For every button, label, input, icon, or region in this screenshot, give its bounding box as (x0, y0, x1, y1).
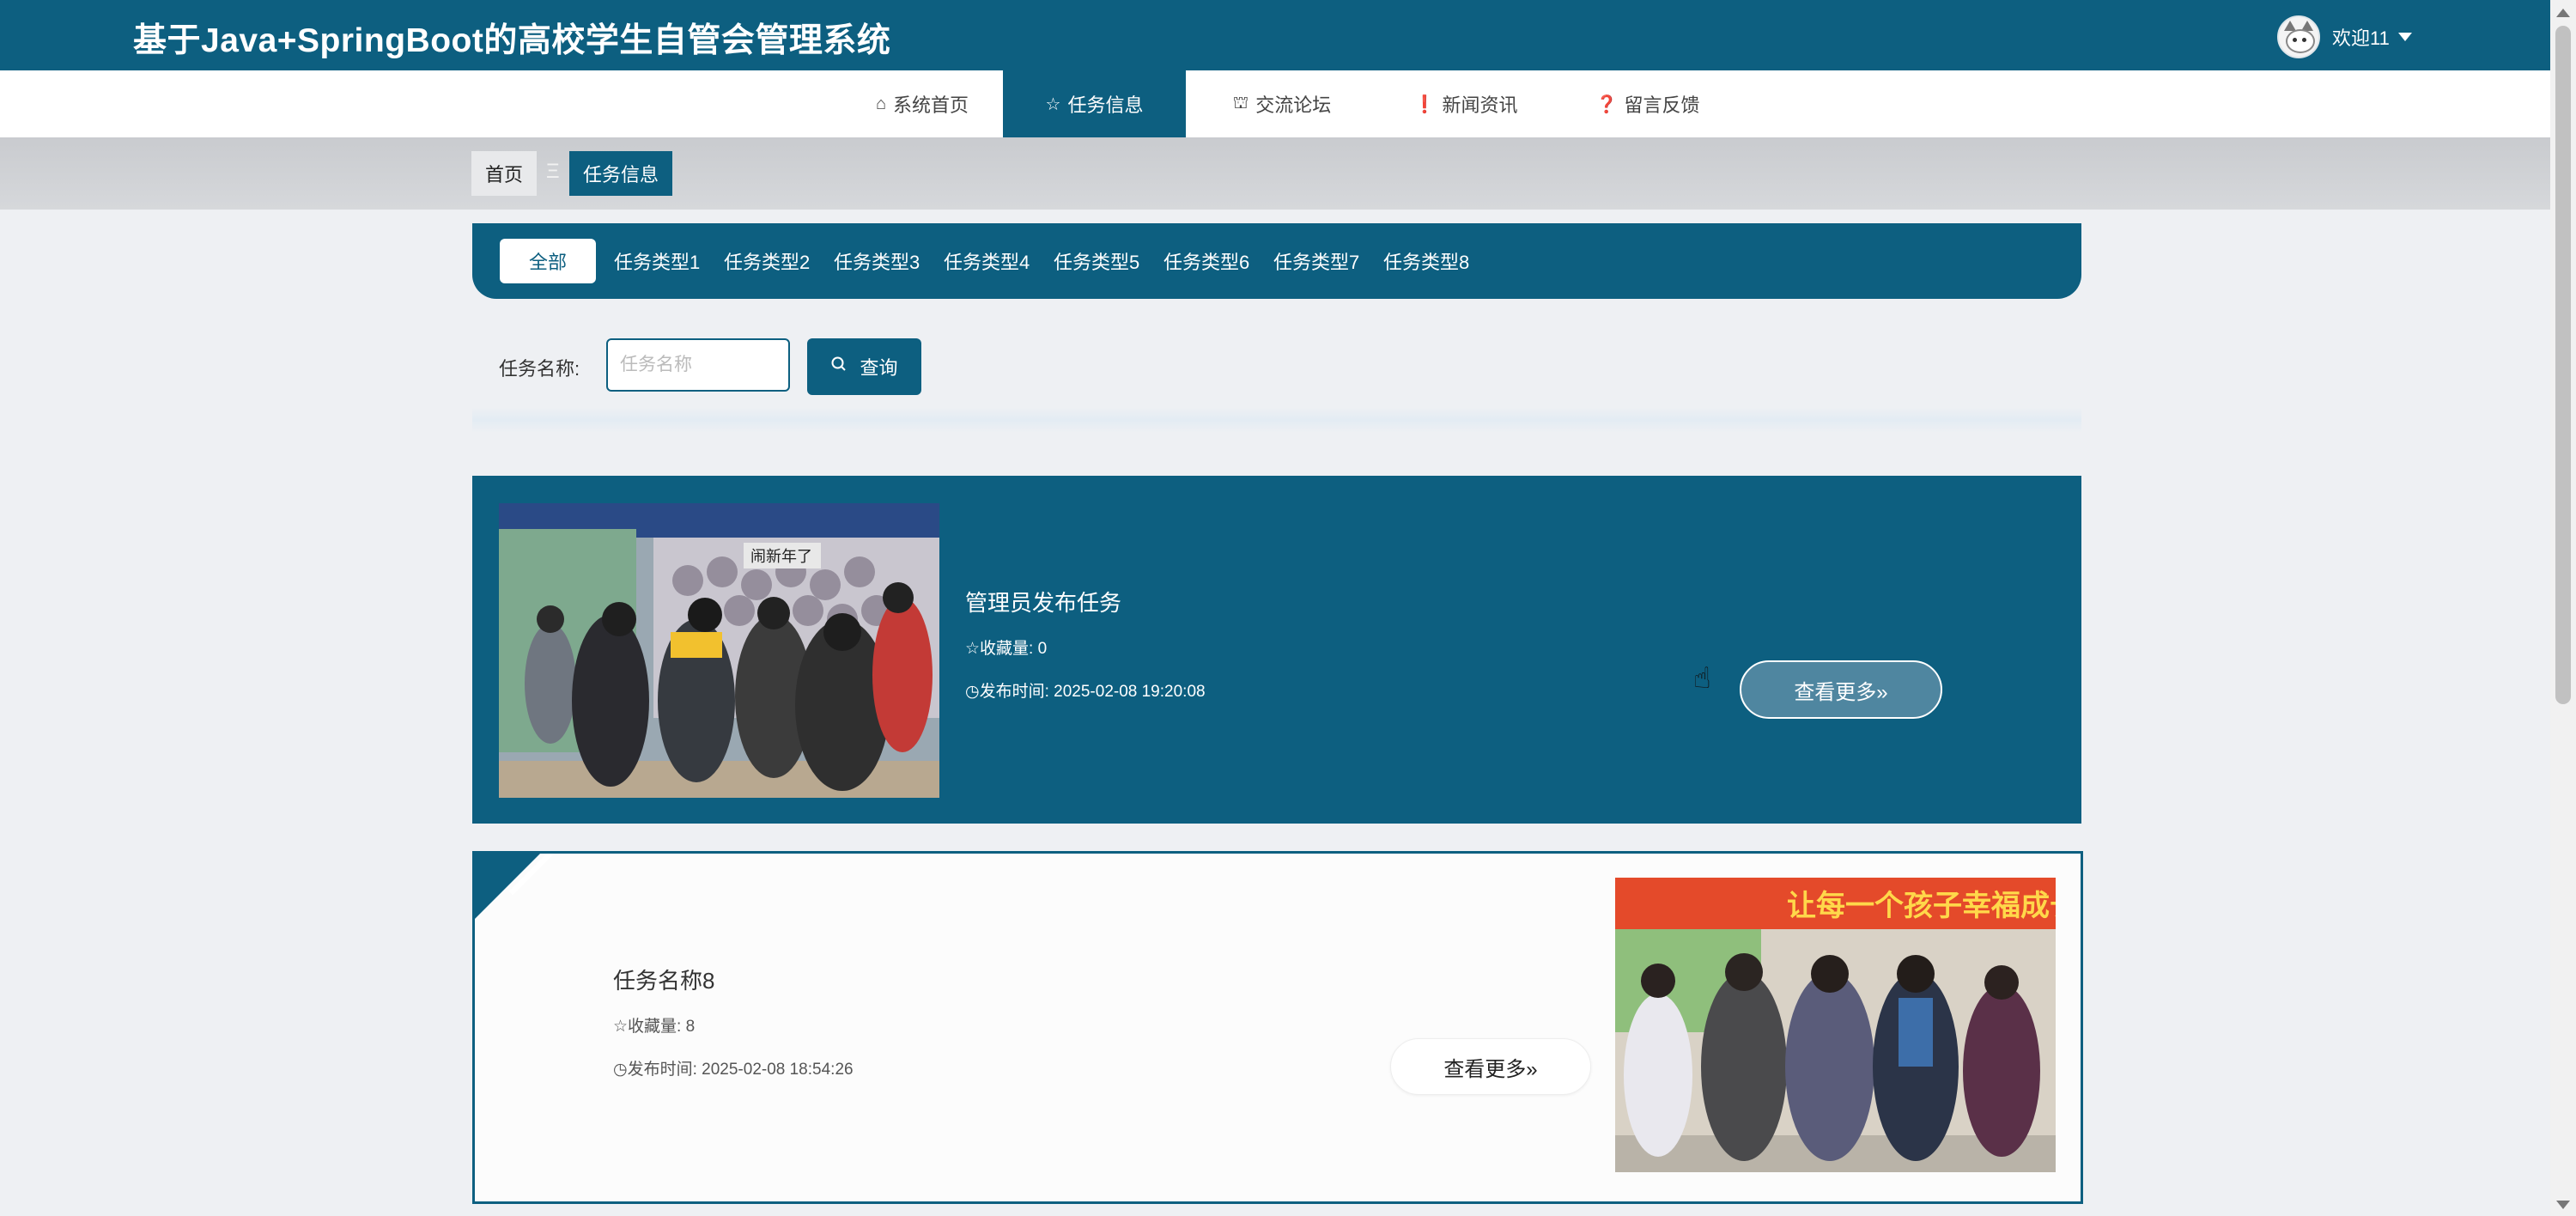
category-item[interactable]: 任务类型5 (1054, 239, 1139, 283)
avatar (2277, 15, 2320, 58)
task-favorites: ☆收藏量: 0 (965, 640, 1048, 658)
divider (472, 407, 2081, 433)
category-item[interactable]: 任务类型4 (944, 239, 1030, 283)
task-title[interactable]: 任务名称8 (613, 964, 714, 995)
task-publish-time: ◷发布时间: 2025-02-08 18:54:26 (613, 1061, 854, 1079)
category-item[interactable]: 任务类型3 (834, 239, 920, 283)
category-item[interactable]: 任务类型7 (1273, 239, 1359, 283)
search-label: 任务名称: (499, 358, 580, 380)
view-more-button[interactable]: 查看更多» (1390, 1038, 1591, 1095)
svg-text:让每一个孩子幸福成长: 让每一个孩子幸福成长 (1787, 889, 2056, 923)
user-menu[interactable]: 欢迎11 (2277, 15, 2412, 58)
nav-label: 交流论坛 (1255, 94, 1332, 116)
category-item[interactable]: 任务类型8 (1383, 239, 1469, 283)
nav-item-news[interactable]: ❗ 新闻资讯 (1386, 70, 1546, 137)
clock-icon: ◷ (613, 1061, 628, 1079)
breadcrumb-separator: Ξ (546, 160, 560, 183)
nav-label: 系统首页 (893, 94, 969, 116)
task-image[interactable]: 闹新年了 (499, 503, 939, 798)
clock-icon: ◷ (965, 683, 980, 701)
category-filter-bar: 全部 任务类型1 任务类型2 任务类型3 任务类型4 任务类型5 任务类型6 任… (472, 223, 2081, 299)
nav-item-home[interactable]: ⌂ 系统首页 (842, 70, 1002, 137)
nav-item-feedback[interactable]: ❓ 留言反馈 (1568, 70, 1728, 137)
category-all[interactable]: 全部 (500, 239, 596, 283)
bag-icon: ⛫ (1232, 93, 1249, 112)
task-publish-time: ◷发布时间: 2025-02-08 19:20:08 (965, 683, 1206, 701)
task-card: 任务名称8 ☆收藏量: 8 ◷发布时间: 2025-02-08 18:54:26… (472, 851, 2083, 1204)
category-item[interactable]: 任务类型2 (724, 239, 810, 283)
star-icon: ☆ (1045, 94, 1061, 114)
hand-cursor-icon: ☝ (1693, 662, 1711, 695)
main-nav: ⌂ 系统首页 ☆ 任务信息 ⛫ 交流论坛 ❗ 新闻资讯 ❓ 留言反馈 (0, 70, 2550, 137)
search-button[interactable]: 查询 (807, 338, 921, 395)
task-title[interactable]: 管理员发布任务 (965, 586, 1121, 617)
view-more-button[interactable]: 查看更多» (1740, 660, 1942, 719)
category-item[interactable]: 任务类型6 (1163, 239, 1249, 283)
nav-label: 新闻资讯 (1442, 94, 1518, 116)
search-button-label: 查询 (860, 357, 898, 379)
nav-label: 任务信息 (1067, 94, 1144, 116)
star-icon: ☆ (613, 1018, 629, 1036)
nav-item-forum[interactable]: ⛫ 交流论坛 (1202, 70, 1362, 137)
breadcrumb-current: 任务信息 (569, 151, 673, 196)
breadcrumb: 首页 Ξ 任务信息 (0, 137, 2550, 210)
nav-label: 留言反馈 (1624, 94, 1700, 116)
chevron-down-icon (2397, 33, 2412, 41)
corner-decoration (475, 854, 540, 919)
user-greeting: 欢迎11 (2332, 27, 2390, 49)
svg-text:闹新年了: 闹新年了 (750, 548, 812, 566)
task-card: 闹新年了 管理员发布任务 ☆收藏量: 0 ◷发布时间: 2025-02-08 1… (472, 476, 2081, 824)
scroll-up-icon[interactable] (2556, 9, 2570, 17)
exclamation-icon: ❗ (1413, 94, 1436, 114)
task-favorites: ☆收藏量: 8 (613, 1018, 696, 1036)
task-image[interactable]: 让每一个孩子幸福成长 (1615, 878, 2056, 1172)
site-title: 基于Java+SpringBoot的高校学生自管会管理系统 (133, 22, 891, 59)
search-icon (830, 356, 848, 378)
scrollbar-thumb[interactable] (2555, 26, 2571, 704)
question-icon: ❓ (1595, 94, 1618, 114)
top-header: 基于Java+SpringBoot的高校学生自管会管理系统 欢迎11 (0, 0, 2550, 70)
search-input[interactable] (606, 338, 790, 392)
nav-item-tasks[interactable]: ☆ 任务信息 (1003, 70, 1186, 137)
home-icon: ⌂ (875, 94, 887, 113)
breadcrumb-home[interactable]: 首页 (471, 151, 538, 196)
star-icon: ☆ (965, 640, 981, 658)
category-item[interactable]: 任务类型1 (614, 239, 700, 283)
scroll-down-icon[interactable] (2556, 1201, 2570, 1209)
